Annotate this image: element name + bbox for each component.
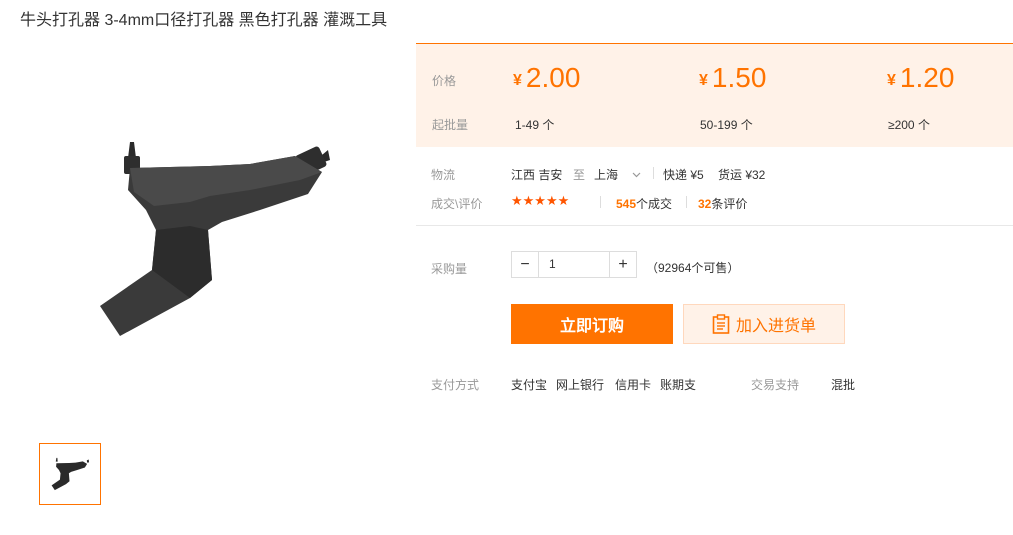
price-value: 1.50	[711, 62, 767, 93]
add-to-cart-label: 加入进货单	[735, 318, 816, 335]
price-panel: 价格 起批量 ¥2.00 ¥1.50 ¥1.20 1-49 个 50-199 个…	[416, 43, 1013, 147]
price-tier-2: ¥1.50	[699, 62, 766, 94]
qty-range-1: 1-49 个	[515, 118, 555, 132]
star-rating: ★★★★★	[511, 193, 570, 208]
separator	[686, 196, 687, 208]
moq-label: 起批量	[432, 118, 469, 132]
destination-select[interactable]: 上海	[594, 166, 641, 183]
price-tier-1: ¥2.00	[513, 62, 580, 94]
price-tier-3: ¥1.20	[887, 62, 954, 94]
available-stock: （92964个可售）	[646, 261, 740, 275]
increase-button[interactable]: +	[610, 252, 636, 277]
payment-method-alipay: 支付宝	[511, 378, 548, 392]
review-text: 条评价	[711, 197, 748, 211]
chevron-down-icon	[632, 172, 641, 177]
review-count: 32	[698, 197, 712, 211]
destination-value: 上海	[594, 168, 619, 182]
payment-method-credit-card: 信用卡	[615, 378, 652, 392]
add-to-cart-button[interactable]: 加入进货单	[683, 304, 845, 344]
trade-support-value: 混批	[831, 378, 856, 392]
express-fee: 快递 ¥5	[663, 168, 704, 182]
thumbnail-image[interactable]	[39, 443, 101, 505]
payment-method-credit-term: 账期支	[660, 378, 697, 392]
qty-range-3: ≥200 个	[888, 118, 930, 132]
to-word: 至	[573, 168, 586, 182]
purchase-qty-label: 采购量	[431, 262, 468, 276]
shipping-origin: 江西 吉安	[511, 168, 563, 182]
main-product-image	[90, 130, 340, 340]
logistics-label: 物流	[431, 168, 456, 182]
qty-range-2: 50-199 个	[700, 118, 753, 132]
currency-symbol: ¥	[887, 72, 896, 89]
reviews-label: 成交\评价	[431, 197, 483, 211]
currency-symbol: ¥	[699, 72, 708, 89]
reviews-link[interactable]: 32条评价	[698, 195, 747, 212]
divider	[416, 225, 1013, 226]
quantity-input[interactable]: 1	[538, 252, 610, 277]
product-title: 牛头打孔器 3-4mm口径打孔器 黑色打孔器 灌溉工具	[20, 12, 388, 29]
price-value: 2.00	[525, 62, 581, 93]
quantity-stepper: − 1 +	[511, 251, 637, 278]
trade-support-label: 交易支持	[751, 378, 800, 392]
separator	[600, 196, 601, 208]
clipboard-icon	[712, 314, 730, 334]
buy-now-button[interactable]: 立即订购	[511, 304, 673, 344]
payment-label: 支付方式	[431, 378, 480, 392]
deals-count: 545	[616, 197, 637, 211]
deals-link[interactable]: 545个成交	[616, 195, 672, 212]
deals-text: 个成交	[636, 197, 673, 211]
currency-symbol: ¥	[513, 72, 522, 89]
payment-method-online-banking: 网上银行	[556, 378, 605, 392]
price-value: 1.20	[899, 62, 955, 93]
separator	[653, 167, 654, 179]
decrease-button[interactable]: −	[512, 252, 538, 277]
price-label: 价格	[432, 74, 457, 88]
freight-fee: 货运 ¥32	[718, 168, 766, 182]
